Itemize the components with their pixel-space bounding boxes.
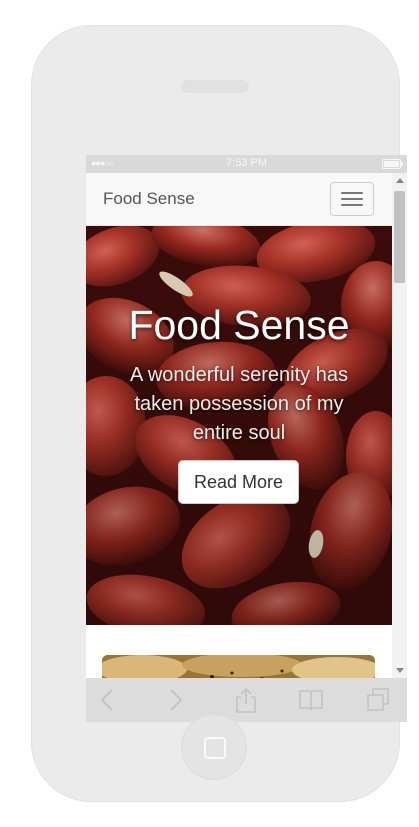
- read-more-button[interactable]: Read More: [178, 460, 299, 504]
- status-time: 7:53 PM: [226, 157, 267, 169]
- hamburger-icon: [341, 192, 363, 194]
- hero-section: Food Sense A wonderful serenity has take…: [86, 226, 392, 625]
- back-icon[interactable]: [94, 686, 122, 714]
- scroll-down-arrow-icon[interactable]: [396, 668, 404, 673]
- content-card-image[interactable]: [102, 655, 375, 678]
- speaker-grille: [181, 80, 249, 93]
- status-bar: ●●●○○ 7:53 PM: [86, 155, 407, 173]
- scrollbar-thumb[interactable]: [394, 191, 405, 283]
- battery-icon: [382, 159, 403, 169]
- forward-icon[interactable]: [161, 686, 189, 714]
- hero-title: Food Sense: [128, 302, 350, 348]
- hamburger-icon-mid: [341, 198, 363, 200]
- menu-toggle-button[interactable]: [330, 182, 374, 216]
- tabs-icon[interactable]: [364, 686, 392, 714]
- bookmarks-icon[interactable]: [297, 686, 325, 714]
- vertical-scrollbar[interactable]: [392, 173, 407, 678]
- site-navbar: Food Sense: [86, 173, 392, 226]
- navbar-brand[interactable]: Food Sense: [103, 189, 195, 209]
- web-viewport: Food Sense Food Sense A wonderful sereni…: [86, 173, 392, 678]
- device-screen: ●●●○○ 7:53 PM Food Sense Food Sense A wo…: [86, 155, 407, 722]
- phone-frame: ●●●○○ 7:53 PM Food Sense Food Sense A wo…: [31, 25, 407, 802]
- share-icon[interactable]: [232, 686, 260, 714]
- hero-subtitle: A wonderful serenity has taken possessio…: [130, 364, 348, 444]
- hamburger-icon-bottom: [341, 204, 363, 206]
- home-square-icon: [204, 737, 226, 759]
- scroll-up-arrow-icon[interactable]: [396, 178, 404, 183]
- home-button[interactable]: [181, 714, 247, 780]
- browser-toolbar: [86, 678, 407, 722]
